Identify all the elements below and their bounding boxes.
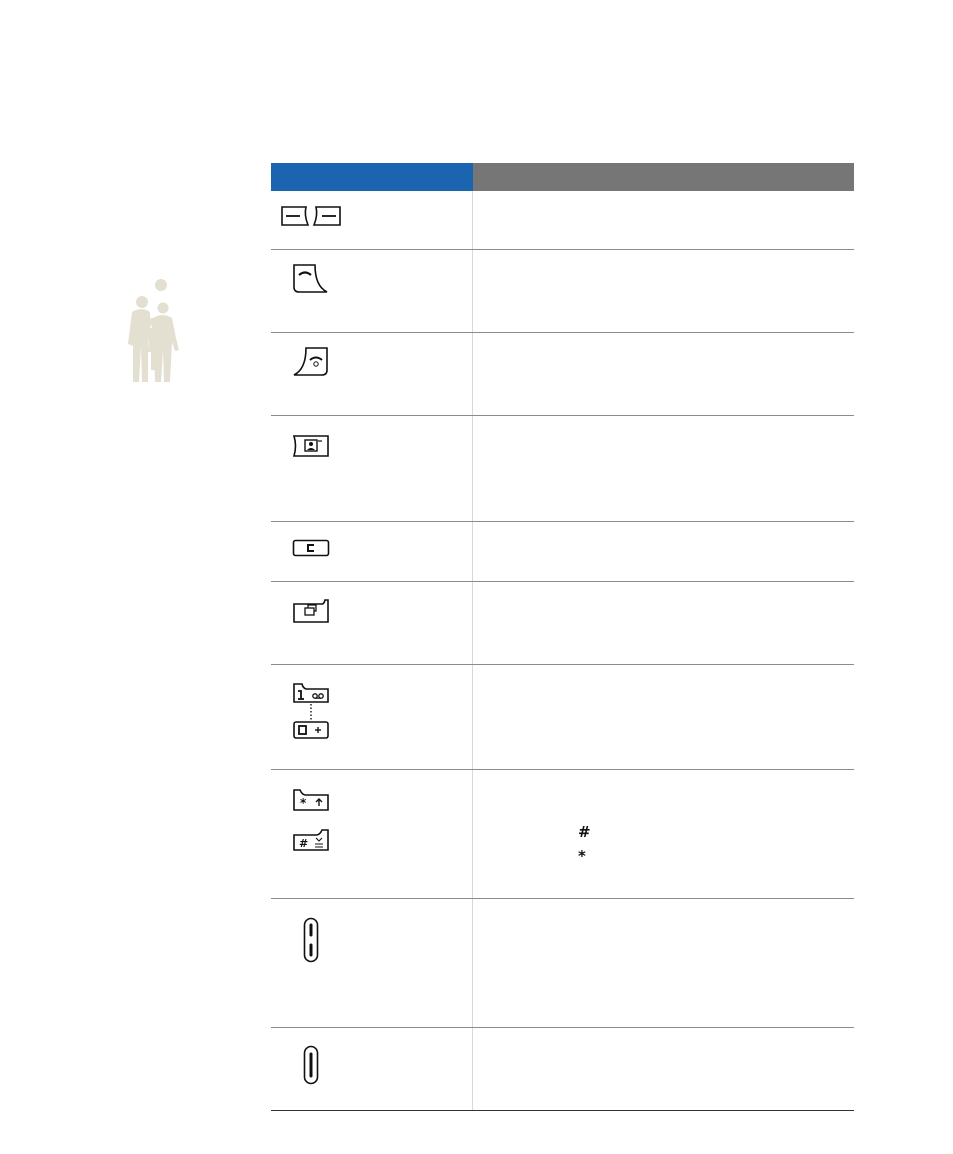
key-column-header [271,163,473,191]
function-column-header [473,163,854,191]
key-cell [271,665,472,769]
function-cell [473,1028,854,1110]
function-cell [473,582,854,664]
web-access-key-icon [292,598,330,629]
camera-key-icon [292,434,330,463]
table-row [271,522,854,582]
table-row: * # # * [271,770,854,899]
clear-key-icon [292,539,330,562]
alphanumeric-keys-icon [292,683,330,746]
volume-keys-icon [303,917,319,968]
side-key-icon [303,1045,319,1090]
table-header [271,163,854,191]
svg-text:#: # [299,837,308,850]
svg-text:*: * [300,796,307,810]
key-cell [271,416,472,521]
family-silhouette-icon [120,278,184,388]
table-row [271,582,854,665]
table-row [271,416,854,522]
function-cell: # * [473,770,854,898]
soft-keys-icon [281,205,341,232]
function-cell [473,333,854,415]
special-function-keys-icon: * # [292,789,330,856]
function-cell [473,416,854,521]
function-cell [473,665,854,769]
key-cell [271,250,472,332]
hash-symbol: # [578,823,591,841]
key-function-table: * # # * [271,163,854,1111]
function-cell [473,522,854,581]
key-cell [271,333,472,415]
dial-key-icon [293,264,329,299]
function-cell [473,250,854,332]
power-end-key-icon [293,347,329,382]
star-symbol: * [578,847,586,865]
table-row [271,333,854,416]
table-row [271,250,854,333]
key-cell [271,191,472,249]
key-cell [271,899,472,1027]
key-cell [271,1028,472,1110]
table-row [271,191,854,250]
table-row [271,665,854,770]
table-row [271,899,854,1028]
key-cell: * # [271,770,472,898]
key-cell [271,522,472,581]
function-cell [473,191,854,249]
table-row [271,1028,854,1111]
key-cell [271,582,472,664]
function-cell [473,899,854,1027]
